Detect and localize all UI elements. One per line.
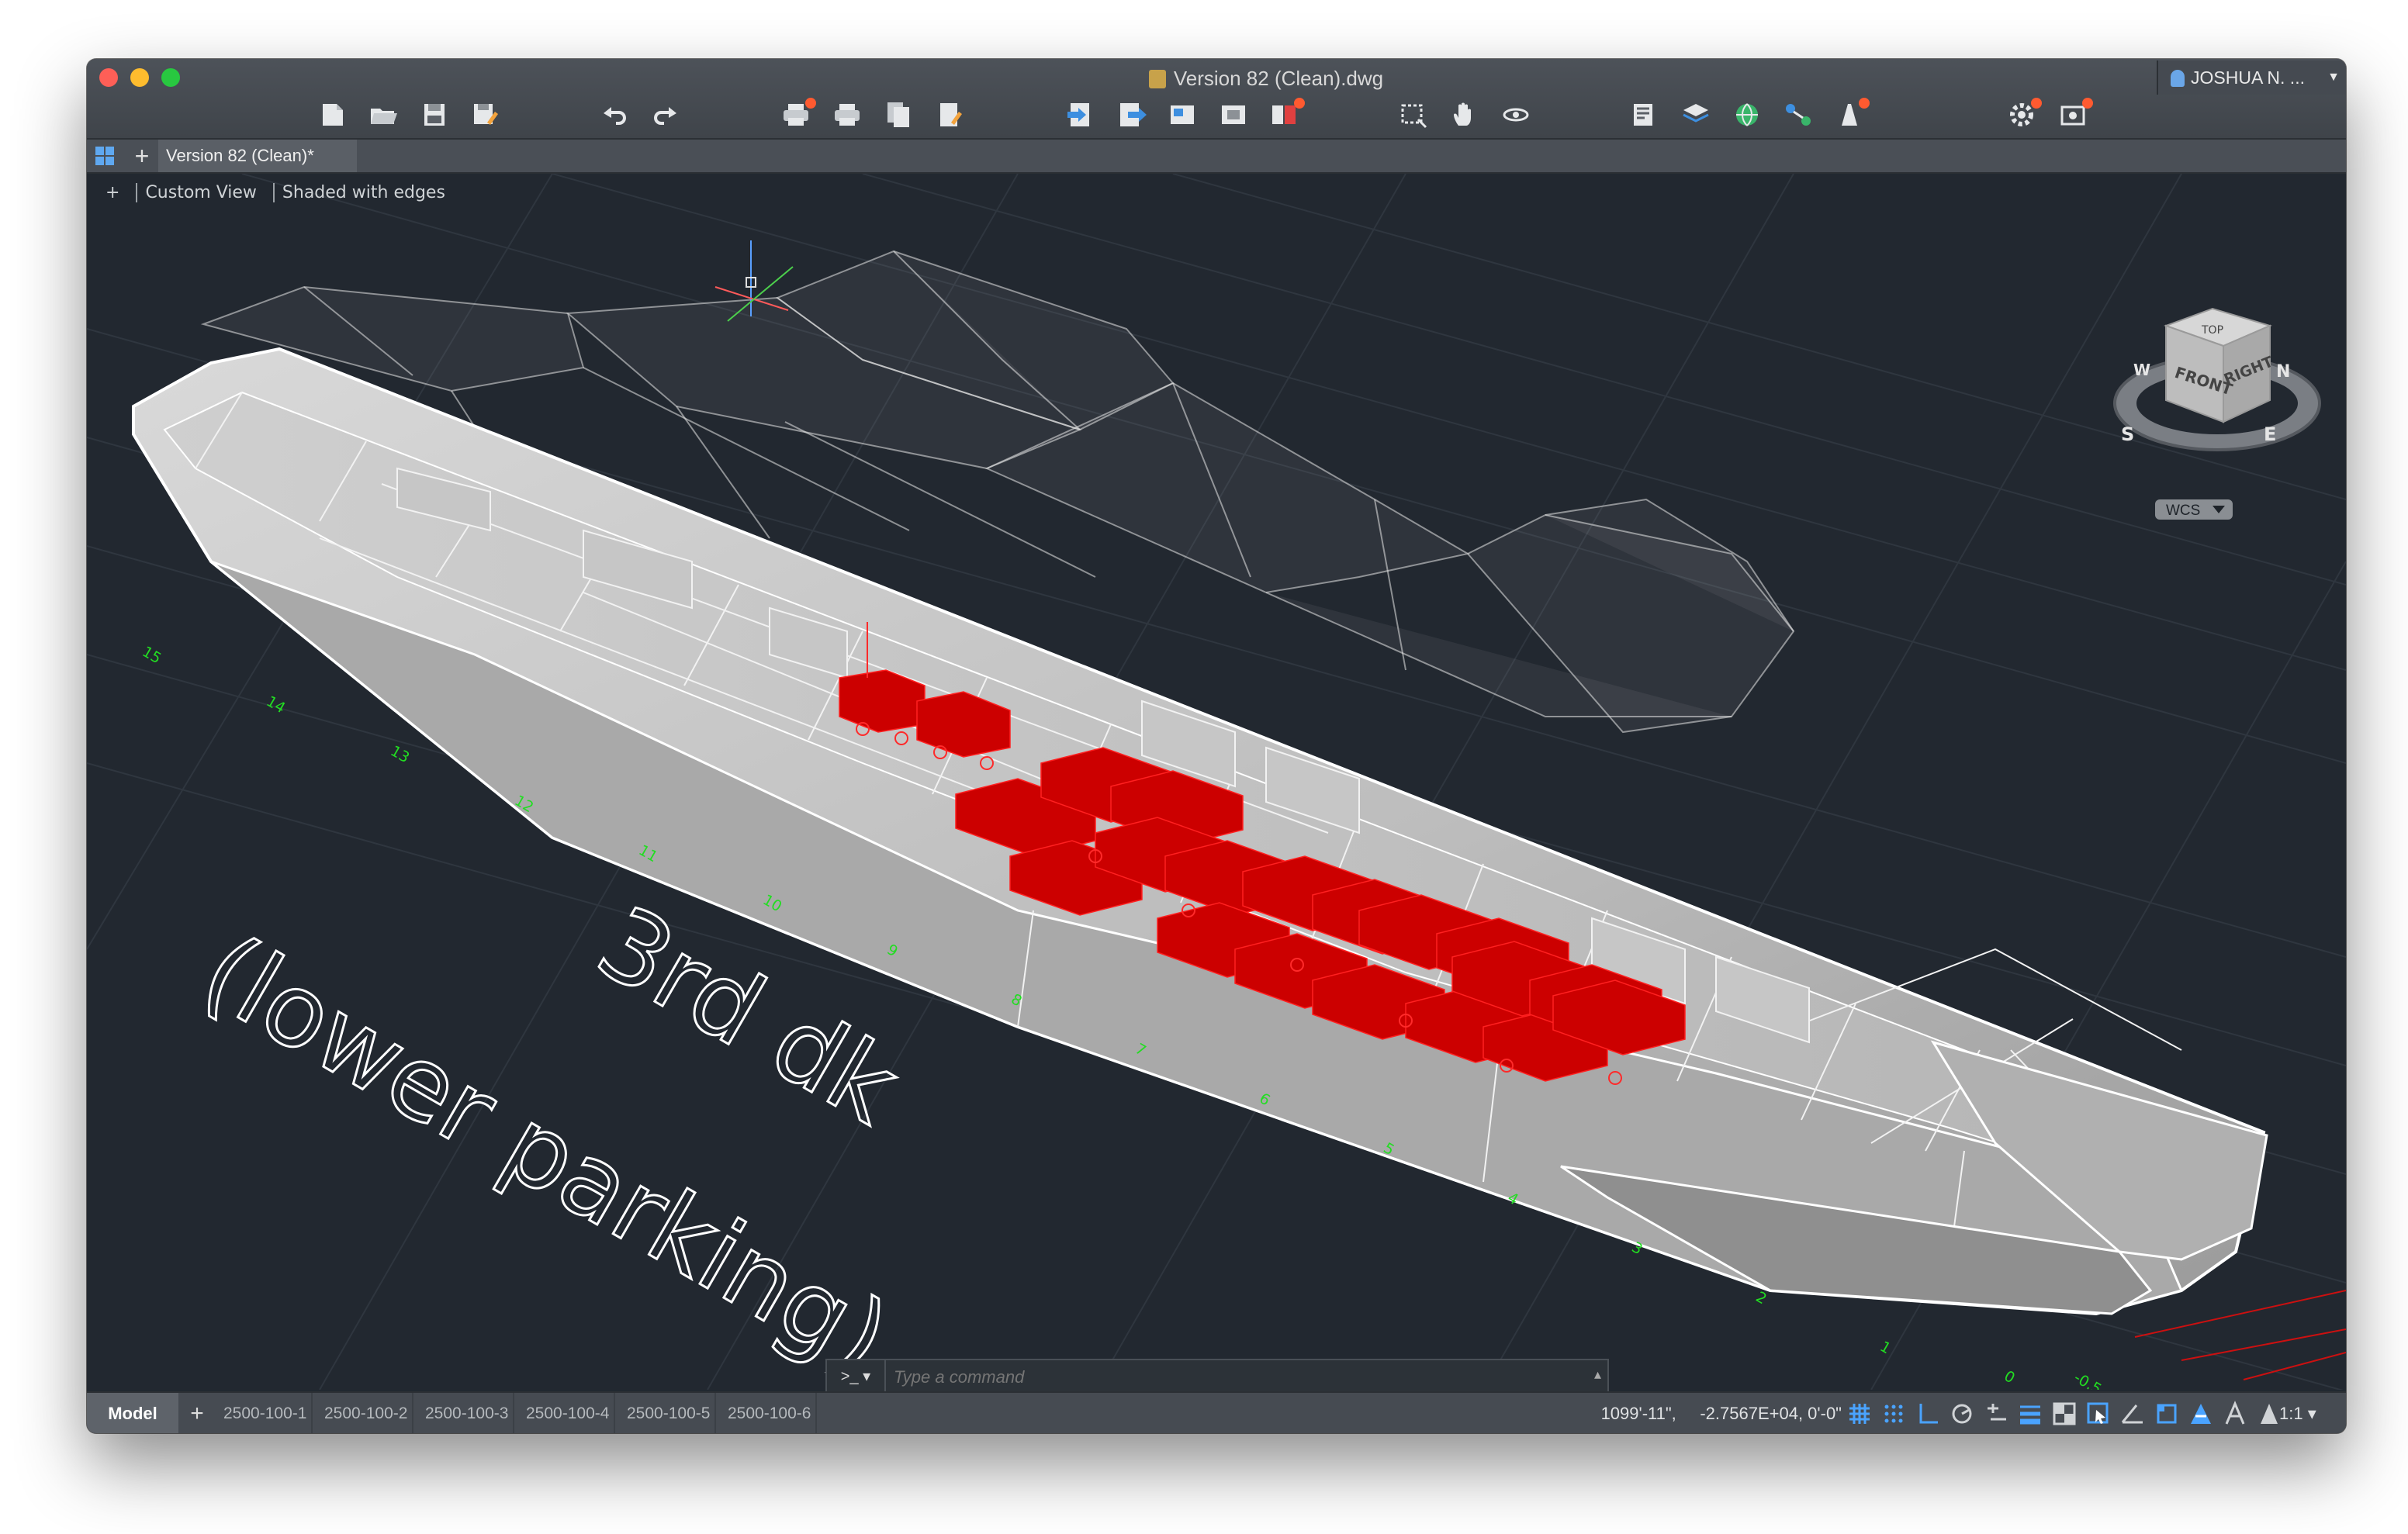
datum-lines xyxy=(2134,1290,2346,1380)
open-icon[interactable] xyxy=(368,99,399,130)
document-tab-bar: + Version 82 (Clean)* xyxy=(87,140,2346,174)
status-bar: Model + 2500-100-1 2500-100-2 2500-100-3… xyxy=(87,1391,2346,1433)
new-icon[interactable] xyxy=(317,99,348,130)
layout-tab[interactable]: 2500-100-1 xyxy=(219,1393,313,1433)
deck-annotation: 3rd dk (lower parking) xyxy=(182,883,919,1390)
transparency-icon[interactable] xyxy=(2051,1401,2078,1427)
cursor-coordinates: 1099'-11", -2.7567E+04, 0'-0" xyxy=(1600,1404,1842,1423)
user-icon xyxy=(2171,70,2185,87)
selection-cycling-icon[interactable] xyxy=(2085,1401,2112,1427)
layout-tab[interactable]: 2500-100-4 xyxy=(521,1393,616,1433)
grid-view-icon[interactable] xyxy=(95,146,115,166)
share-icon[interactable] xyxy=(1783,99,1814,130)
orbit-icon[interactable] xyxy=(1500,99,1531,130)
frame-label: 2 xyxy=(1753,1288,1770,1308)
command-history-arrow-icon[interactable]: ▴ xyxy=(1594,1366,1601,1383)
layout-tab[interactable]: 2500-100-3 xyxy=(420,1393,515,1433)
grid-icon[interactable] xyxy=(1846,1401,1873,1427)
app-window: Version 82 (Clean).dwg JOSHUA N. ... ▼ +… xyxy=(87,59,2346,1433)
lineweight-icon[interactable] xyxy=(2017,1401,2043,1427)
model-tab[interactable]: Model xyxy=(87,1393,178,1433)
pan-icon[interactable] xyxy=(1449,99,1480,130)
visual-style-control[interactable]: Shaded with edges xyxy=(272,183,445,202)
isoplane-icon[interactable] xyxy=(2154,1401,2180,1427)
frame-label: -0.5 xyxy=(2071,1369,2105,1390)
viewport-menu-button[interactable]: + xyxy=(106,183,119,202)
title-bar: Version 82 (Clean).dwg JOSHUA N. ... ▼ xyxy=(87,59,2346,140)
command-input[interactable] xyxy=(886,1360,1586,1394)
frame-label: 0 xyxy=(2001,1367,2018,1387)
layout-tab[interactable]: 2500-100-5 xyxy=(622,1393,717,1433)
annotation-monitor-icon[interactable] xyxy=(2188,1401,2214,1427)
import-icon[interactable] xyxy=(1064,99,1095,130)
viewcube[interactable]: TOP FRONT RIGHT N W S E WCS xyxy=(2113,307,2321,520)
close-window-button[interactable] xyxy=(99,68,118,87)
attach-icon[interactable] xyxy=(1167,99,1198,130)
document-tab[interactable]: Version 82 (Clean)* xyxy=(158,140,357,172)
undo-icon[interactable] xyxy=(599,99,630,130)
frame-label: 15 xyxy=(140,643,164,667)
xref-icon[interactable] xyxy=(1218,99,1249,130)
ortho-icon[interactable] xyxy=(1915,1401,1941,1427)
publish-icon[interactable] xyxy=(883,99,914,130)
layout-badge xyxy=(1294,98,1305,109)
dwg-file-icon xyxy=(1148,70,1166,88)
polar-icon[interactable] xyxy=(1949,1401,1975,1427)
viewport-controls: + Custom View Shaded with edges xyxy=(106,180,456,206)
compass-west-label: W xyxy=(2133,361,2150,379)
wcs-label: WCS xyxy=(2166,503,2200,519)
layout-tab[interactable]: 2500-100-6 xyxy=(723,1393,818,1433)
settings-badge xyxy=(2031,98,2042,109)
page-setup-icon[interactable] xyxy=(934,99,965,130)
window-select-icon[interactable] xyxy=(1398,99,1429,130)
layers-icon[interactable] xyxy=(1680,99,1711,130)
new-tab-plus-icon[interactable]: + xyxy=(132,140,152,172)
redo-icon[interactable] xyxy=(650,99,681,130)
snap-icon[interactable] xyxy=(1880,1401,1907,1427)
plot-badge xyxy=(805,98,816,109)
command-line: >_ ▾ ▴ xyxy=(825,1359,1609,1394)
window-title: Version 82 (Clean).dwg xyxy=(1080,65,1452,92)
command-prompt-menu[interactable]: >_ ▾ xyxy=(827,1360,886,1393)
export-icon[interactable] xyxy=(1116,99,1147,130)
frame-label: 13 xyxy=(388,742,413,766)
drawing-viewport[interactable]: 15 14 13 12 11 10 9 8 7 6 5 4 3 2 1 0 -0… xyxy=(87,174,2346,1390)
render-badge xyxy=(2082,98,2093,109)
osnap-icon[interactable] xyxy=(1983,1401,2009,1427)
bulb-badge xyxy=(1859,98,1870,109)
add-layout-button[interactable]: + xyxy=(186,1393,208,1433)
model-canvas[interactable]: 15 14 13 12 11 10 9 8 7 6 5 4 3 2 1 0 -0… xyxy=(87,174,2346,1390)
save-as-icon[interactable] xyxy=(470,99,501,130)
user-account-button[interactable]: JOSHUA N. ... ▼ xyxy=(2157,60,2346,95)
auto-scale-icon[interactable] xyxy=(2256,1401,2282,1427)
compass-north-label: N xyxy=(2276,362,2290,382)
zoom-window-button[interactable] xyxy=(161,68,180,87)
view-control[interactable]: Custom View xyxy=(136,183,257,202)
annotation-visibility-icon[interactable] xyxy=(2222,1401,2248,1427)
globe-icon[interactable] xyxy=(1732,99,1763,130)
frame-label: 14 xyxy=(264,693,289,717)
dynamic-ucs-icon[interactable] xyxy=(2119,1401,2146,1427)
minimize-window-button[interactable] xyxy=(130,68,149,87)
viewcube-top-label: TOP xyxy=(2201,324,2223,337)
save-icon[interactable] xyxy=(419,99,450,130)
properties-icon[interactable] xyxy=(1629,99,1660,130)
annotation-scale[interactable]: 1:1 ▾ xyxy=(2279,1393,2316,1433)
compass-east-label: E xyxy=(2264,423,2276,445)
compass-south-label: S xyxy=(2121,423,2134,445)
layout-tab[interactable]: 2500-100-2 xyxy=(320,1393,414,1433)
batch-plot-icon[interactable] xyxy=(832,99,863,130)
chevron-down-icon: ▼ xyxy=(2327,71,2340,84)
